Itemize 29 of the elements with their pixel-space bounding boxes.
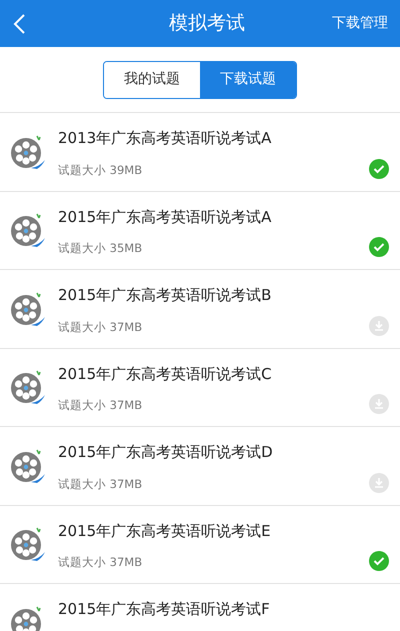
exam-row[interactable]: 2015年广东高考英语听说考试A 试题大小 35MB (0, 192, 400, 270)
exam-size: 试题大小 39MB (58, 162, 144, 178)
film-reel-icon (9, 211, 47, 250)
exam-size: 试题大小 37MB (58, 476, 144, 492)
film-reel-icon (9, 525, 47, 564)
exam-row[interactable]: 2013年广东高考英语听说考试A 试题大小 39MB (0, 113, 400, 192)
film-reel-icon (9, 368, 47, 406)
exam-row[interactable]: 2015年广东高考英语听说考试E 试题大小 37MB (0, 506, 400, 584)
exam-row[interactable]: 2015年广东高考英语听说考试D 试题大小 37MB (0, 427, 400, 506)
exam-size: 试题大小 35MB (58, 240, 144, 257)
exam-size: 试题大小 37MB (58, 554, 144, 571)
exam-title: 2015年广东高考英语听说考试A (58, 206, 272, 228)
exam-size: 试题大小 37MB (58, 318, 144, 336)
exam-row[interactable]: 2015年广东高考英语听说考试B 试题大小 37MB (0, 270, 400, 348)
exam-title: 2015年广东高考英语听说考试B (58, 285, 272, 306)
download-icon[interactable] (369, 472, 389, 492)
download-manager-link[interactable]: 下载管理 (332, 13, 388, 34)
exam-title: 2013年广东高考英语听说考试A (58, 128, 272, 149)
download-icon[interactable] (369, 394, 389, 414)
tab[interactable]: 下载试题 (200, 62, 296, 98)
window-title: 模拟考试 (169, 11, 245, 36)
exam-title: 2015年广东高考英语听说考试E (58, 520, 272, 542)
exam-title: 2015年广东高考英语听说考试D (58, 442, 274, 463)
exam-row[interactable]: 2015年广东高考英语听说考试C 试题大小 37MB (0, 348, 400, 427)
exam-title: 2015年广东高考英语听说考试C (58, 364, 273, 384)
download-icon[interactable] (369, 316, 389, 336)
exam-row[interactable]: 2015年广东高考英语听说考试F (0, 584, 400, 631)
exam-size: 试题大小 37MB (58, 397, 144, 414)
exam-title: 2015年广东高考英语听说考试F (58, 599, 271, 620)
